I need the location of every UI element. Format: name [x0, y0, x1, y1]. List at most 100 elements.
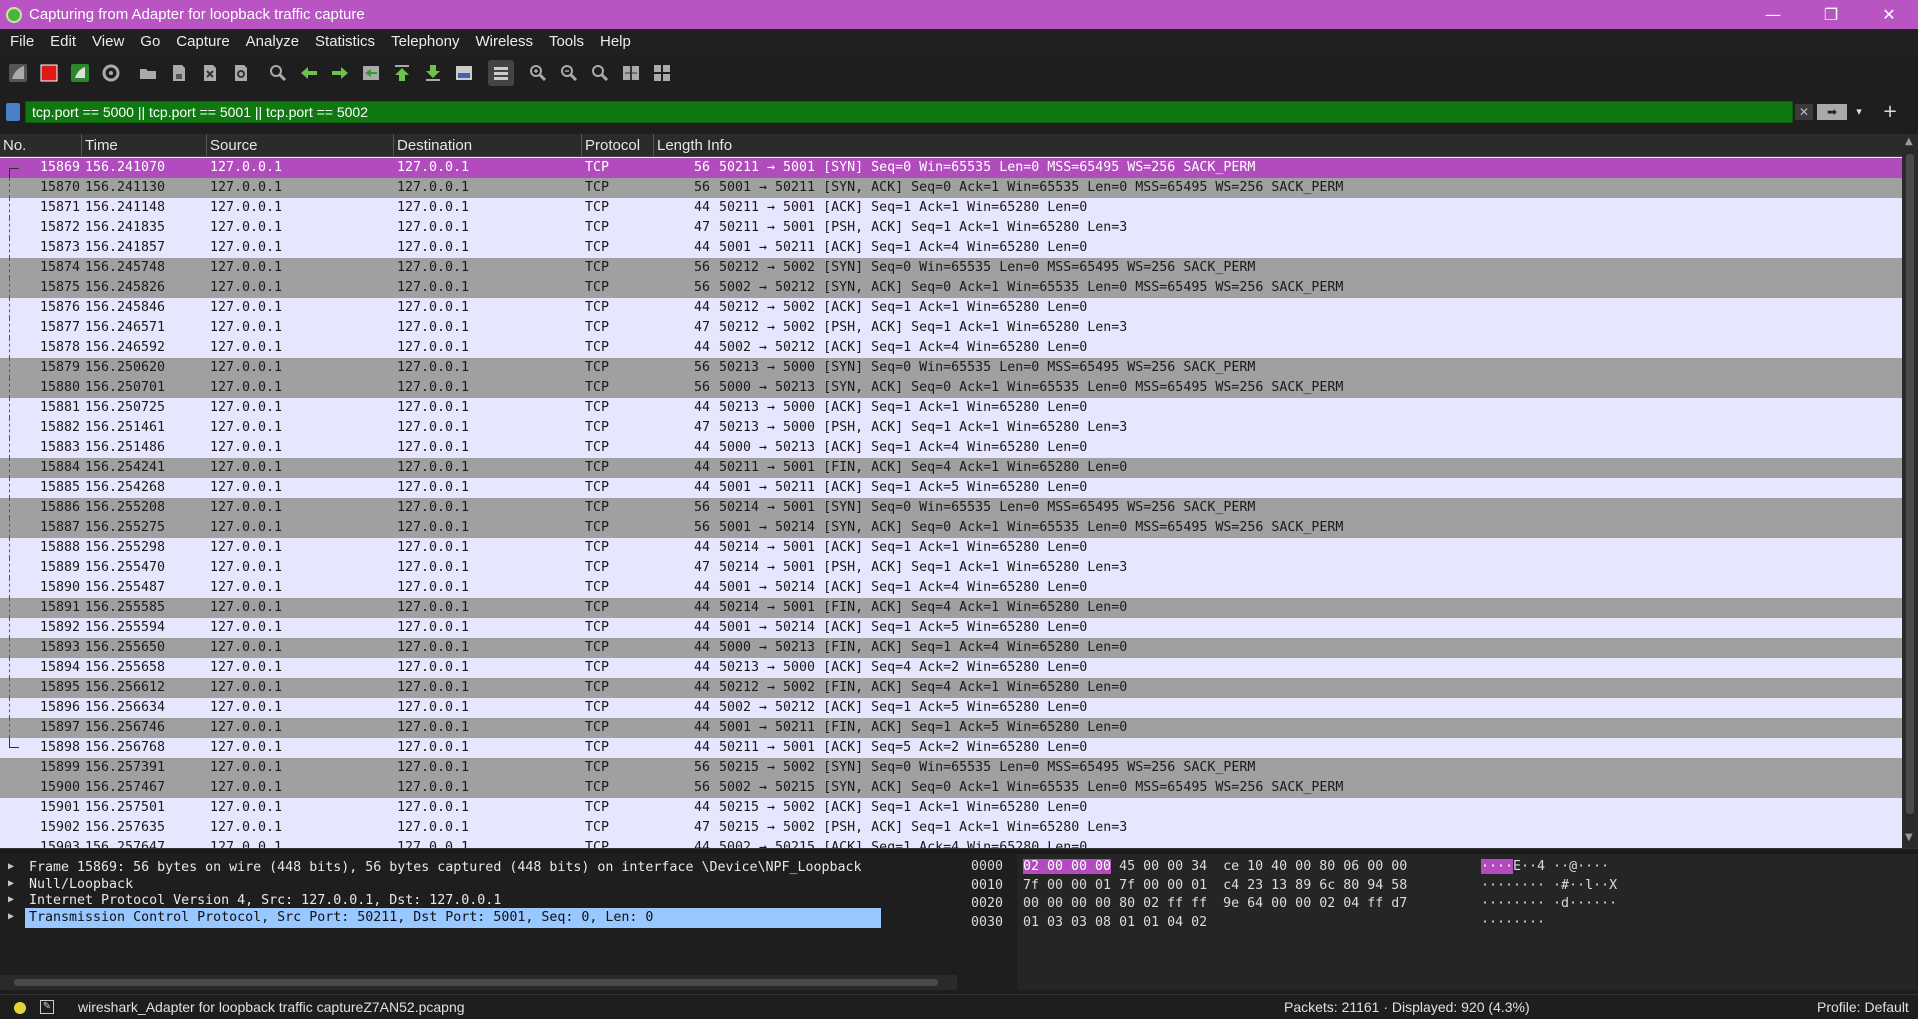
packet-bytes-pane[interactable]: 0000 02 00 00 00 45 00 00 34 ce 10 40 00 …: [965, 854, 1918, 990]
filter-dropdown-icon[interactable]: ▾: [1852, 104, 1866, 120]
packet-row[interactable]: 15899 156.257391 127.0.0.1 127.0.0.1 TCP 56 50…: [0, 758, 1902, 778]
packet-row[interactable]: 15875 156.245826 127.0.0.1 127.0.0.1 TCP 56 50…: [0, 278, 1902, 298]
menu-statistics[interactable]: Statistics: [307, 29, 383, 55]
zoom-normal-icon[interactable]: [587, 60, 613, 86]
capture-comment-icon[interactable]: ✎: [40, 1000, 54, 1014]
packet-details-pane[interactable]: ▶ Frame 15869: 56 bytes on wire (448 bits…: [0, 854, 957, 974]
scroll-up-icon[interactable]: ▲: [1905, 136, 1913, 147]
hex-row[interactable]: 0020 00 00 00 00 80 02 ff ff 9e 64 00 00 …: [965, 895, 1918, 913]
packet-row[interactable]: 15871 156.241148 127.0.0.1 127.0.0.1 TCP 44 50…: [0, 198, 1902, 218]
stop-capture-icon[interactable]: [36, 60, 62, 86]
menu-analyze[interactable]: Analyze: [238, 29, 307, 55]
scrollbar-thumb[interactable]: [14, 979, 938, 986]
menu-help[interactable]: Help: [592, 29, 639, 55]
minimize-button[interactable]: —: [1744, 0, 1802, 29]
packet-row[interactable]: 15870 156.241130 127.0.0.1 127.0.0.1 TCP 56 50…: [0, 178, 1902, 198]
column-header-protocol[interactable]: Protocol: [582, 134, 654, 157]
reload-file-icon[interactable]: [228, 60, 254, 86]
restart-capture-icon[interactable]: [67, 60, 93, 86]
column-header-no[interactable]: No.: [0, 134, 82, 157]
packet-row[interactable]: 15873 156.241857 127.0.0.1 127.0.0.1 TCP 44 50…: [0, 238, 1902, 258]
packet-row[interactable]: 15885 156.254268 127.0.0.1 127.0.0.1 TCP 44 50…: [0, 478, 1902, 498]
scrollbar-thumb[interactable]: [1906, 154, 1914, 814]
hex-row[interactable]: 0010 7f 00 00 01 7f 00 00 01 c4 23 13 89 …: [965, 877, 1918, 895]
packet-row[interactable]: 15894 156.255658 127.0.0.1 127.0.0.1 TCP 44 50…: [0, 658, 1902, 678]
packet-row[interactable]: 15874 156.245748 127.0.0.1 127.0.0.1 TCP 56 50…: [0, 258, 1902, 278]
menu-wireless[interactable]: Wireless: [467, 29, 541, 55]
packet-row[interactable]: 15879 156.250620 127.0.0.1 127.0.0.1 TCP 56 50…: [0, 358, 1902, 378]
packet-row[interactable]: 15903 156.257647 127.0.0.1 127.0.0.1 TCP 44 50…: [0, 838, 1902, 848]
packet-row[interactable]: 15886 156.255208 127.0.0.1 127.0.0.1 TCP 56 50…: [0, 498, 1902, 518]
packet-row[interactable]: 15892 156.255594 127.0.0.1 127.0.0.1 TCP 44 50…: [0, 618, 1902, 638]
restore-button[interactable]: ❐: [1802, 0, 1860, 29]
go-back-icon[interactable]: [296, 60, 322, 86]
save-file-icon[interactable]: [166, 60, 192, 86]
expand-arrow-icon[interactable]: ▶: [8, 861, 14, 872]
menu-telephony[interactable]: Telephony: [383, 29, 467, 55]
zoom-out-icon[interactable]: [556, 60, 582, 86]
packet-row[interactable]: 15877 156.246571 127.0.0.1 127.0.0.1 TCP 47 50…: [0, 318, 1902, 338]
clear-filter-icon[interactable]: ✕: [1795, 104, 1813, 120]
apply-filter-icon[interactable]: ➡: [1817, 104, 1847, 120]
packet-row[interactable]: 15882 156.251461 127.0.0.1 127.0.0.1 TCP 47 50…: [0, 418, 1902, 438]
auto-scroll-icon[interactable]: [451, 60, 477, 86]
expert-info-led-icon[interactable]: [14, 1002, 26, 1014]
go-forward-icon[interactable]: [327, 60, 353, 86]
menu-file[interactable]: File: [0, 29, 42, 55]
packet-row[interactable]: 15888 156.255298 127.0.0.1 127.0.0.1 TCP 44 50…: [0, 538, 1902, 558]
packet-row[interactable]: 15891 156.255585 127.0.0.1 127.0.0.1 TCP 44 50…: [0, 598, 1902, 618]
menu-view[interactable]: View: [84, 29, 132, 55]
find-packet-icon[interactable]: [265, 60, 291, 86]
expand-arrow-icon[interactable]: ▶: [8, 878, 14, 889]
packet-row[interactable]: 15900 156.257467 127.0.0.1 127.0.0.1 TCP 56 50…: [0, 778, 1902, 798]
capture-options-icon[interactable]: [98, 60, 124, 86]
packet-list[interactable]: No. Time Source Destination Protocol Len…: [0, 134, 1902, 848]
expand-arrow-icon[interactable]: ▶: [8, 911, 14, 922]
packet-row[interactable]: 15901 156.257501 127.0.0.1 127.0.0.1 TCP 44 50…: [0, 798, 1902, 818]
detail-tree-item[interactable]: ▶ Transmission Control Protocol, Src Port…: [0, 907, 957, 928]
column-header-time[interactable]: Time: [82, 134, 207, 157]
close-button[interactable]: ✕: [1860, 0, 1918, 29]
packet-row[interactable]: 15878 156.246592 127.0.0.1 127.0.0.1 TCP 44 50…: [0, 338, 1902, 358]
column-header-destination[interactable]: Destination: [394, 134, 582, 157]
menu-go[interactable]: Go: [132, 29, 168, 55]
packet-row[interactable]: 15896 156.256634 127.0.0.1 127.0.0.1 TCP 44 50…: [0, 698, 1902, 718]
packet-row[interactable]: 15876 156.245846 127.0.0.1 127.0.0.1 TCP 44 50…: [0, 298, 1902, 318]
hex-row[interactable]: 0000 02 00 00 00 45 00 00 34 ce 10 40 00 …: [965, 858, 1918, 876]
packet-row[interactable]: 15883 156.251486 127.0.0.1 127.0.0.1 TCP 44 50…: [0, 438, 1902, 458]
packet-row[interactable]: 15887 156.255275 127.0.0.1 127.0.0.1 TCP 56 50…: [0, 518, 1902, 538]
add-filter-button-icon[interactable]: +: [1880, 102, 1900, 122]
profile-selector[interactable]: Profile: Default: [1817, 999, 1909, 1015]
packet-row[interactable]: 15889 156.255470 127.0.0.1 127.0.0.1 TCP 47 50…: [0, 558, 1902, 578]
hex-row[interactable]: 0030 01 03 03 08 01 01 04 02 ········: [965, 914, 1918, 932]
packet-list-scrollbar[interactable]: ▲ ▼: [1902, 134, 1918, 848]
go-last-icon[interactable]: [420, 60, 446, 86]
packet-row[interactable]: 15893 156.255650 127.0.0.1 127.0.0.1 TCP 44 50…: [0, 638, 1902, 658]
resize-columns-icon[interactable]: [618, 60, 644, 86]
colorize-icon[interactable]: [488, 60, 514, 86]
scroll-down-icon[interactable]: ▼: [1905, 832, 1913, 843]
display-filter-input[interactable]: tcp.port == 5000 || tcp.port == 5001 || …: [25, 101, 1793, 123]
packet-row[interactable]: 15872 156.241835 127.0.0.1 127.0.0.1 TCP 47 50…: [0, 218, 1902, 238]
column-header-source[interactable]: Source: [207, 134, 394, 157]
go-to-packet-icon[interactable]: [358, 60, 384, 86]
packet-row[interactable]: 15895 156.256612 127.0.0.1 127.0.0.1 TCP 44 50…: [0, 678, 1902, 698]
menu-tools[interactable]: Tools: [541, 29, 592, 55]
packet-row[interactable]: 15902 156.257635 127.0.0.1 127.0.0.1 TCP 47 50…: [0, 818, 1902, 838]
open-file-icon[interactable]: [135, 60, 161, 86]
packet-row[interactable]: 15869 156.241070 127.0.0.1 127.0.0.1 TCP 56 50…: [0, 158, 1902, 178]
go-first-icon[interactable]: [389, 60, 415, 86]
menu-capture[interactable]: Capture: [168, 29, 237, 55]
layout-icon[interactable]: [649, 60, 675, 86]
zoom-in-icon[interactable]: [525, 60, 551, 86]
packet-row[interactable]: 15890 156.255487 127.0.0.1 127.0.0.1 TCP 44 50…: [0, 578, 1902, 598]
column-header-length-info[interactable]: Length Info: [654, 134, 1902, 157]
packet-row[interactable]: 15884 156.254241 127.0.0.1 127.0.0.1 TCP 44 50…: [0, 458, 1902, 478]
packet-row[interactable]: 15880 156.250701 127.0.0.1 127.0.0.1 TCP 56 50…: [0, 378, 1902, 398]
packet-row[interactable]: 15897 156.256746 127.0.0.1 127.0.0.1 TCP 44 50…: [0, 718, 1902, 738]
expand-arrow-icon[interactable]: ▶: [8, 894, 14, 905]
details-horizontal-scrollbar[interactable]: [0, 975, 957, 990]
shark-fin-start-icon[interactable]: [5, 60, 31, 86]
packet-row[interactable]: 15898 156.256768 127.0.0.1 127.0.0.1 TCP 44 50…: [0, 738, 1902, 758]
menu-edit[interactable]: Edit: [42, 29, 84, 55]
